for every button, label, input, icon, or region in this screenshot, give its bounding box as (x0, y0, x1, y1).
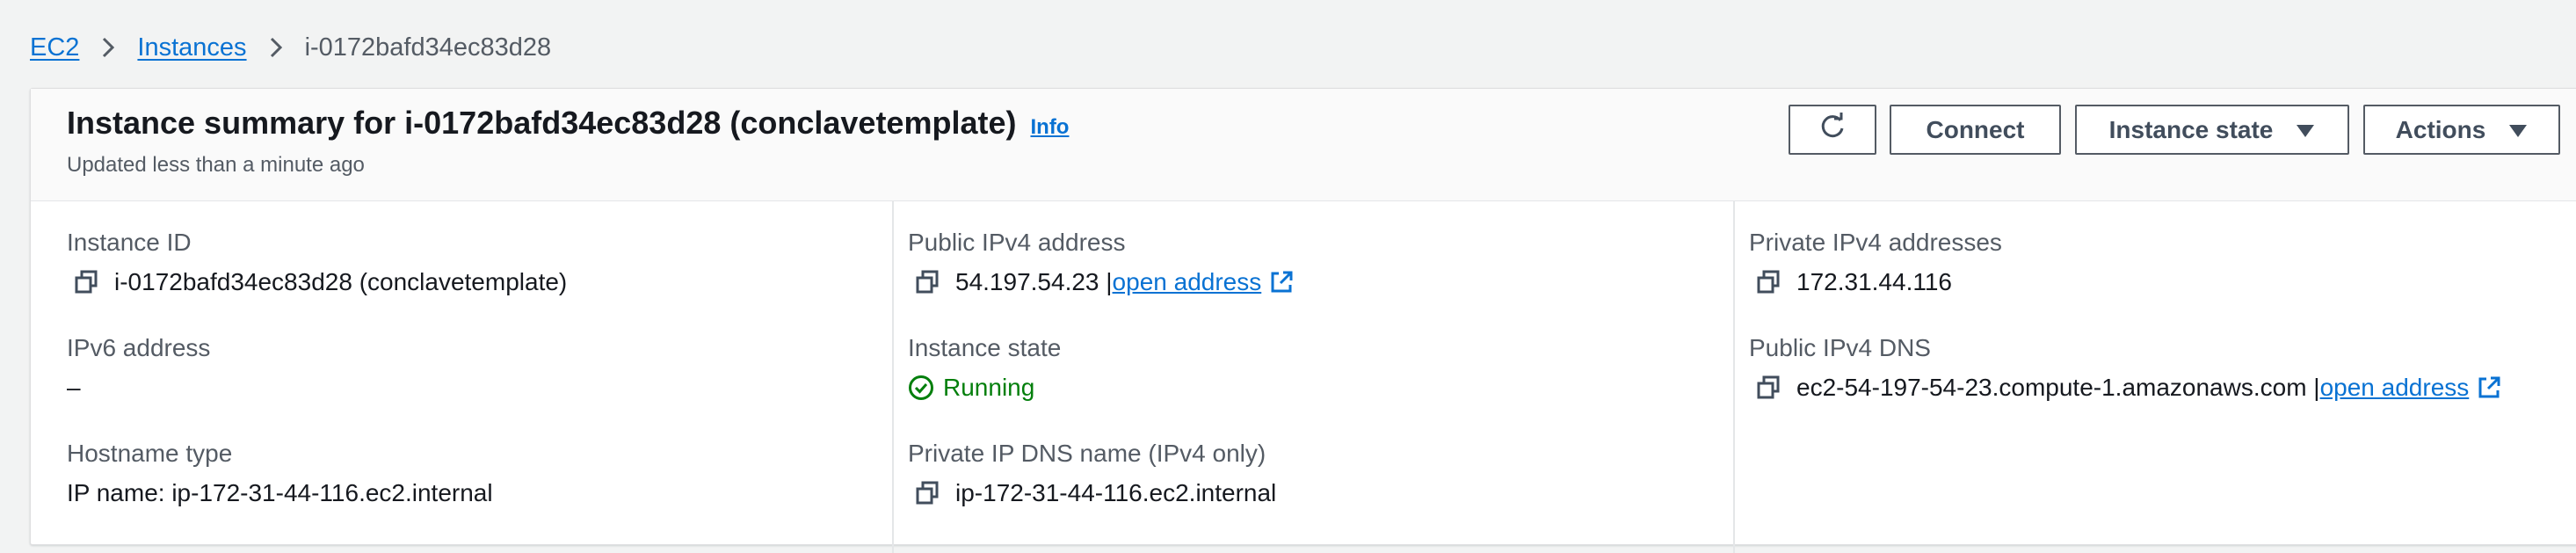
breadcrumb-ec2-link[interactable]: EC2 (30, 33, 79, 62)
breadcrumb-instances-link[interactable]: Instances (137, 33, 246, 62)
instance-state-dropdown[interactable]: Instance state (2075, 105, 2349, 155)
public-ipv4-value: 54.197.54.23 | (955, 268, 1113, 295)
instance-summary-panel: Instance summary for i-0172bafd34ec83d28… (30, 88, 2576, 553)
info-link[interactable]: Info (1030, 115, 1069, 140)
caret-down-icon (2296, 116, 2315, 144)
public-dns-field: Public IPv4 DNS ec2-54-197-54-23.compute… (1749, 333, 2502, 404)
field-label: Private IPv4 addresses (1749, 229, 2002, 256)
instance-state-field: Instance state Running (908, 333, 1061, 404)
actions-dropdown[interactable]: Actions (2363, 105, 2560, 155)
field-label: Public IPv4 DNS (1749, 334, 1931, 361)
instance-id-field: Instance ID i-0172bafd34ec83d28 (conclav… (67, 228, 567, 298)
field-value-row: ip-172-31-44-116.ec2.internal (908, 477, 1276, 509)
hostname-type-value: IP name: ip-172-31-44-116.ec2.internal (67, 479, 493, 506)
external-link-icon[interactable] (1268, 269, 1295, 295)
copy-icon[interactable] (1756, 270, 1781, 295)
instance-state-label: Instance state (2108, 115, 2274, 143)
hostname-type-field: Hostname type IP name: ip-172-31-44-116.… (67, 439, 493, 509)
details-column-2: Public IPv4 address 54.197.54.23 | open … (872, 201, 1729, 553)
private-ipv4-field: Private IPv4 addresses 172.31.44.116 (1749, 228, 2002, 298)
open-address-link[interactable]: open address (1113, 268, 1262, 296)
field-value-row: i-0172bafd34ec83d28 (conclavetemplate) (67, 266, 567, 298)
field-value-row: 172.31.44.116 (1749, 266, 2002, 298)
page-title-text: Instance summary for i-0172bafd34ec83d28… (67, 105, 1017, 141)
details-column-3: Private IPv4 addresses 172.31.44.116 Pub… (1713, 201, 2576, 553)
page-title: Instance summary for i-0172bafd34ec83d28… (67, 105, 1069, 142)
refresh-button[interactable] (1789, 105, 1876, 155)
chevron-right-icon (247, 36, 305, 59)
caret-down-icon (2508, 116, 2528, 144)
field-label: Instance state (908, 334, 1062, 361)
actions-label: Actions (2395, 115, 2486, 143)
private-ipv4-value: 172.31.44.116 (1796, 268, 1952, 295)
chevron-right-icon (79, 36, 137, 59)
instance-id-value: i-0172bafd34ec83d28 (conclavetemplate) (114, 268, 568, 295)
field-label: Public IPv4 address (908, 229, 1126, 256)
external-link-icon[interactable] (2476, 375, 2502, 401)
copy-icon[interactable] (915, 481, 940, 506)
field-value-row: 54.197.54.23 | open address (908, 266, 1295, 298)
last-updated-text: Updated less than a minute ago (67, 153, 365, 177)
field-label: IPv6 address (67, 334, 211, 361)
copy-icon[interactable] (1756, 375, 1781, 400)
check-circle-icon (908, 375, 934, 401)
ipv6-address-value: – (67, 374, 81, 401)
field-value-row: ec2-54-197-54-23.compute-1.amazonaws.com… (1749, 372, 2502, 404)
breadcrumb-current-instance: i-0172bafd34ec83d28 (304, 33, 552, 62)
field-label: Instance ID (67, 229, 192, 256)
open-address-link[interactable]: open address (2320, 374, 2470, 402)
public-dns-value: ec2-54-197-54-23.compute-1.amazonaws.com… (1796, 374, 2320, 401)
field-label: Private IP DNS name (IPv4 only) (908, 440, 1266, 467)
private-ip-dns-value: ip-172-31-44-116.ec2.internal (955, 479, 1277, 506)
details-column-1: Instance ID i-0172bafd34ec83d28 (conclav… (31, 201, 892, 553)
private-ip-dns-field: Private IP DNS name (IPv4 only) ip-172-3… (908, 439, 1276, 509)
refresh-icon (1817, 111, 1848, 149)
copy-icon[interactable] (915, 270, 940, 295)
breadcrumb: EC2 Instances i-0172bafd34ec83d28 (30, 30, 551, 65)
ipv6-address-field: IPv6 address – (67, 333, 210, 404)
connect-button[interactable]: Connect (1890, 105, 2061, 155)
panel-header: Instance summary for i-0172bafd34ec83d28… (31, 89, 2576, 201)
field-value-row: Running (908, 372, 1061, 404)
field-label: Hostname type (67, 440, 233, 467)
public-ipv4-field: Public IPv4 address 54.197.54.23 | open … (908, 228, 1295, 298)
copy-icon[interactable] (74, 270, 98, 295)
instance-state-value: Running (943, 374, 1035, 401)
